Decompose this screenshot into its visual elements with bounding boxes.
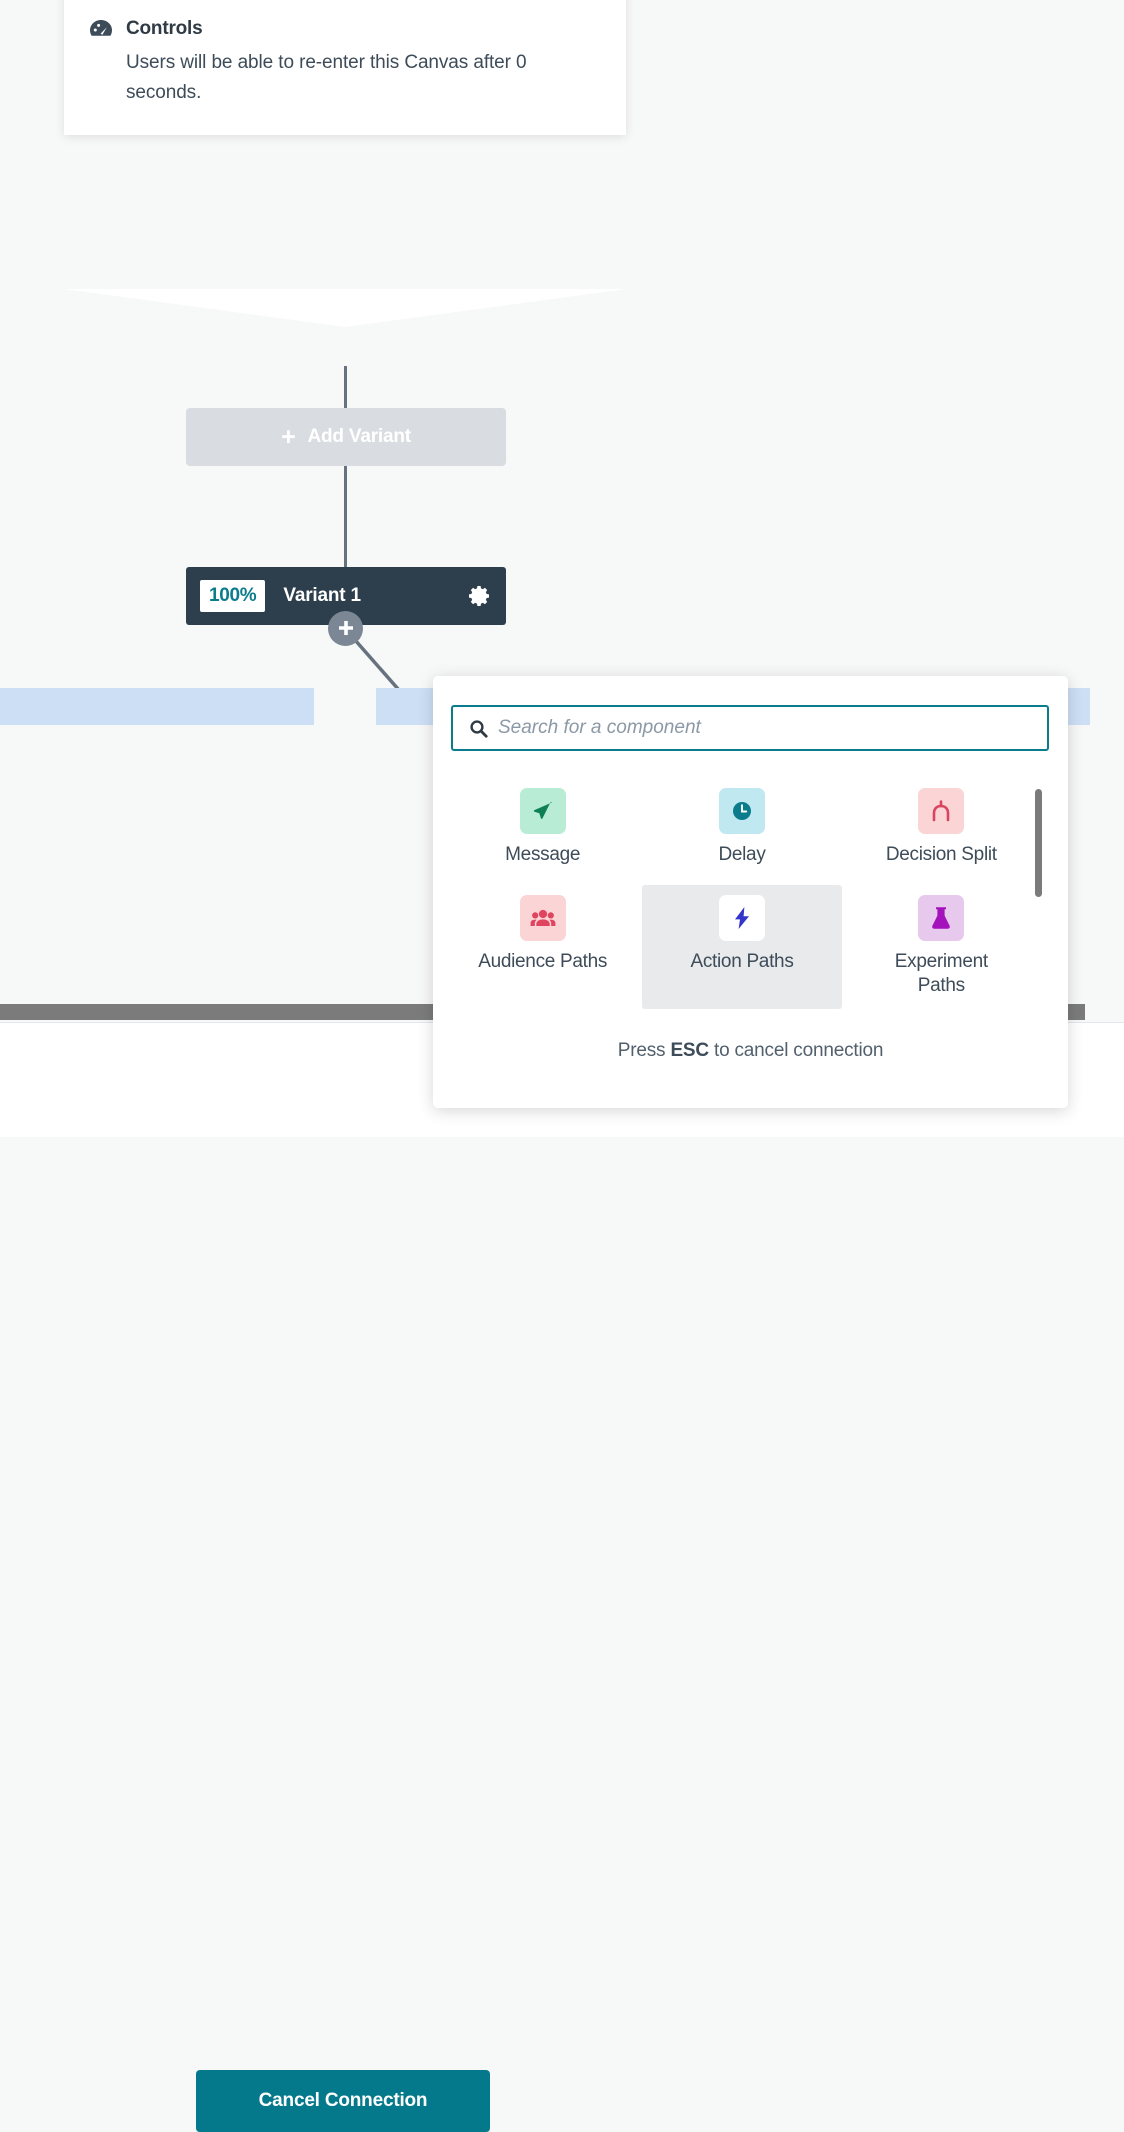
component-item-decision-split[interactable]: Decision Split [842, 778, 1041, 879]
highlight-bar-middle [376, 688, 436, 725]
card-pointer-notch [64, 289, 626, 327]
esc-hint-prefix: Press [617, 1040, 671, 1061]
search-field-wrapper[interactable] [451, 705, 1049, 751]
add-variant-label: Add Variant [307, 426, 412, 447]
component-label: Decision Split [885, 844, 997, 865]
component-grid: Message Delay Decision Split Audience Pa… [443, 778, 1041, 1010]
variant-name-label: Variant 1 [283, 585, 361, 606]
component-item-experiment-paths[interactable]: Experiment Paths [842, 885, 1041, 1010]
component-item-message[interactable]: Message [443, 778, 642, 879]
gauge-icon [88, 16, 114, 42]
component-item-audience-paths[interactable]: Audience Paths [443, 885, 642, 1010]
clock-icon-tile [718, 788, 765, 834]
add-variant-button[interactable]: + Add Variant [186, 408, 506, 466]
search-input[interactable] [498, 717, 1047, 739]
component-label: Experiment Paths [894, 950, 988, 996]
variant-percentage-badge: 100% [200, 580, 266, 612]
fork-icon-tile [918, 788, 965, 834]
controls-title: Controls [126, 17, 203, 39]
highlight-bar-left [0, 688, 314, 725]
component-label: Message [505, 844, 581, 865]
gear-icon[interactable] [468, 584, 492, 608]
users-icon-tile [519, 894, 566, 941]
controls-body: Users will be able to re-enter this Canv… [126, 51, 527, 104]
controls-section: Controls Users will be able to re-enter … [88, 16, 602, 109]
esc-hint: Press ESC to cancel connection [433, 1040, 1068, 1062]
esc-key-label: ESC [670, 1040, 709, 1061]
plus-circle-icon[interactable] [328, 611, 363, 646]
highlight-bar-right [1068, 688, 1090, 725]
connector-line-top [344, 366, 347, 410]
search-icon [469, 719, 488, 738]
paper-plane-icon-tile [519, 788, 566, 834]
entry-details-card: (Web)] AND no additional filters Exit Cr… [64, 0, 626, 135]
esc-hint-suffix: to cancel connection [708, 1040, 884, 1061]
plus-icon: + [281, 422, 296, 451]
lightning-icon-tile [718, 894, 765, 941]
canvas-workspace[interactable]: (Web)] AND no additional filters Exit Cr… [0, 0, 1124, 2132]
cancel-connection-button[interactable]: Cancel Connection [196, 2070, 490, 2132]
component-label: Delay [718, 844, 766, 865]
flask-icon-tile [918, 894, 965, 941]
component-item-action-paths[interactable]: Action Paths [642, 884, 842, 1010]
component-label: Action Paths [690, 950, 794, 972]
panel-scrollbar-thumb[interactable] [1035, 789, 1042, 897]
component-picker-panel[interactable]: Message Delay Decision [433, 676, 1068, 1108]
component-label: Audience Paths [478, 950, 608, 972]
component-item-delay[interactable]: Delay [642, 778, 841, 879]
connector-line-mid [344, 466, 347, 569]
